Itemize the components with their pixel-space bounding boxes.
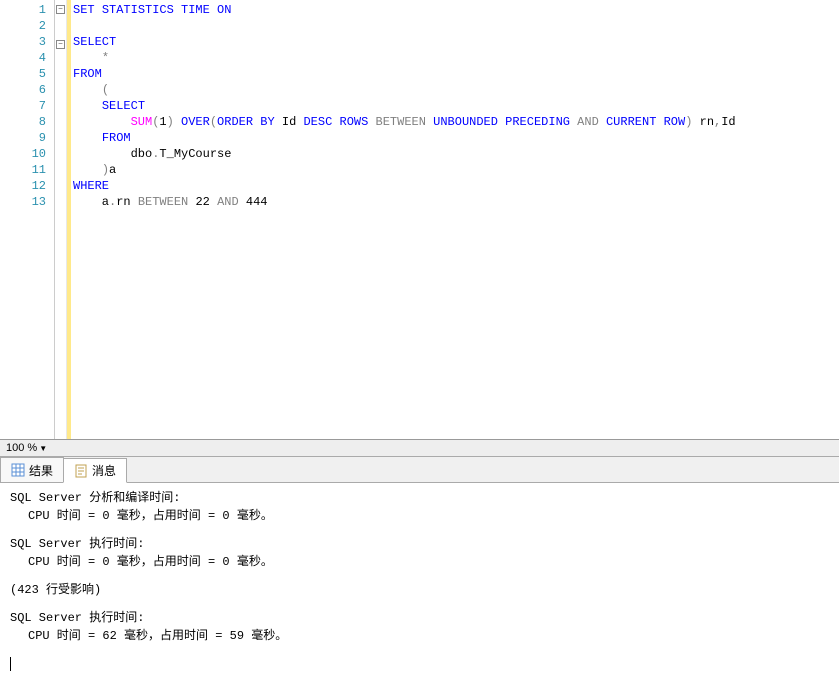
line-number: 7 <box>0 98 54 114</box>
line-number-gutter: 12345678910111213 <box>0 0 55 439</box>
results-tabs: 结果 消息 <box>0 457 839 483</box>
code-line[interactable]: dbo.T_MyCourse <box>73 146 839 162</box>
line-number: 4 <box>0 50 54 66</box>
line-number: 3 <box>0 34 54 50</box>
code-line[interactable]: )a <box>73 162 839 178</box>
line-number: 10 <box>0 146 54 162</box>
fold-toggle-icon[interactable]: − <box>56 40 65 49</box>
fold-cell <box>55 184 66 200</box>
fold-cell <box>55 88 66 104</box>
line-number: 6 <box>0 82 54 98</box>
zoom-dropdown[interactable]: 100 % ▼ <box>6 442 47 454</box>
line-number: 12 <box>0 178 54 194</box>
code-line[interactable] <box>73 18 839 34</box>
message-title: SQL Server 分析和编译时间: <box>10 489 829 507</box>
code-line[interactable]: * <box>73 50 839 66</box>
fold-cell <box>55 136 66 152</box>
grid-icon <box>11 463 25 477</box>
fold-toggle-icon[interactable]: − <box>56 5 65 14</box>
line-number: 13 <box>0 194 54 210</box>
line-number: 2 <box>0 18 54 34</box>
code-line[interactable]: SET STATISTICS TIME ON <box>73 2 839 18</box>
line-number: 1 <box>0 2 54 18</box>
fold-cell <box>55 120 66 136</box>
fold-cell <box>55 152 66 168</box>
fold-cell: − <box>55 5 66 21</box>
line-number: 9 <box>0 130 54 146</box>
message-detail: CPU 时间 = 62 毫秒，占用时间 = 59 毫秒。 <box>10 627 829 645</box>
chevron-down-icon: ▼ <box>39 444 47 453</box>
line-number: 11 <box>0 162 54 178</box>
messages-pane[interactable]: SQL Server 分析和编译时间: CPU 时间 = 0 毫秒，占用时间 =… <box>0 483 839 679</box>
sql-editor[interactable]: 12345678910111213 −− SET STATISTICS TIME… <box>0 0 839 440</box>
tab-messages[interactable]: 消息 <box>63 458 127 483</box>
message-detail: CPU 时间 = 0 毫秒，占用时间 = 0 毫秒。 <box>10 553 829 571</box>
message-block: SQL Server 执行时间: CPU 时间 = 0 毫秒，占用时间 = 0 … <box>10 535 829 571</box>
fold-cell <box>55 104 66 120</box>
fold-cell: − <box>55 40 66 56</box>
code-line[interactable]: FROM <box>73 66 839 82</box>
fold-cell <box>55 72 66 88</box>
code-line[interactable]: a.rn BETWEEN 22 AND 444 <box>73 194 839 210</box>
code-line[interactable]: FROM <box>73 130 839 146</box>
code-line[interactable]: SUM(1) OVER(ORDER BY Id DESC ROWS BETWEE… <box>73 114 839 130</box>
code-area[interactable]: SET STATISTICS TIME ONSELECT *FROM ( SEL… <box>71 0 839 439</box>
cursor-position <box>10 655 829 673</box>
line-number: 8 <box>0 114 54 130</box>
code-line[interactable]: ( <box>73 82 839 98</box>
code-line[interactable]: SELECT <box>73 98 839 114</box>
code-line[interactable]: SELECT <box>73 34 839 50</box>
rows-affected: (423 行受影响) <box>10 581 829 599</box>
message-block: SQL Server 分析和编译时间: CPU 时间 = 0 毫秒，占用时间 =… <box>10 489 829 525</box>
message-title: SQL Server 执行时间: <box>10 535 829 553</box>
fold-cell <box>55 200 66 216</box>
message-title: SQL Server 执行时间: <box>10 609 829 627</box>
fold-cell <box>55 21 66 37</box>
tab-results[interactable]: 结果 <box>0 457 64 482</box>
code-line[interactable]: WHERE <box>73 178 839 194</box>
document-icon <box>74 464 88 478</box>
zoom-bar: 100 % ▼ <box>0 440 839 457</box>
zoom-value: 100 % <box>6 442 37 454</box>
fold-cell <box>55 168 66 184</box>
fold-cell <box>55 56 66 72</box>
tab-messages-label: 消息 <box>92 462 116 479</box>
fold-column: −− <box>55 0 67 439</box>
tab-results-label: 结果 <box>29 462 53 479</box>
message-detail: CPU 时间 = 0 毫秒，占用时间 = 0 毫秒。 <box>10 507 829 525</box>
line-number: 5 <box>0 66 54 82</box>
